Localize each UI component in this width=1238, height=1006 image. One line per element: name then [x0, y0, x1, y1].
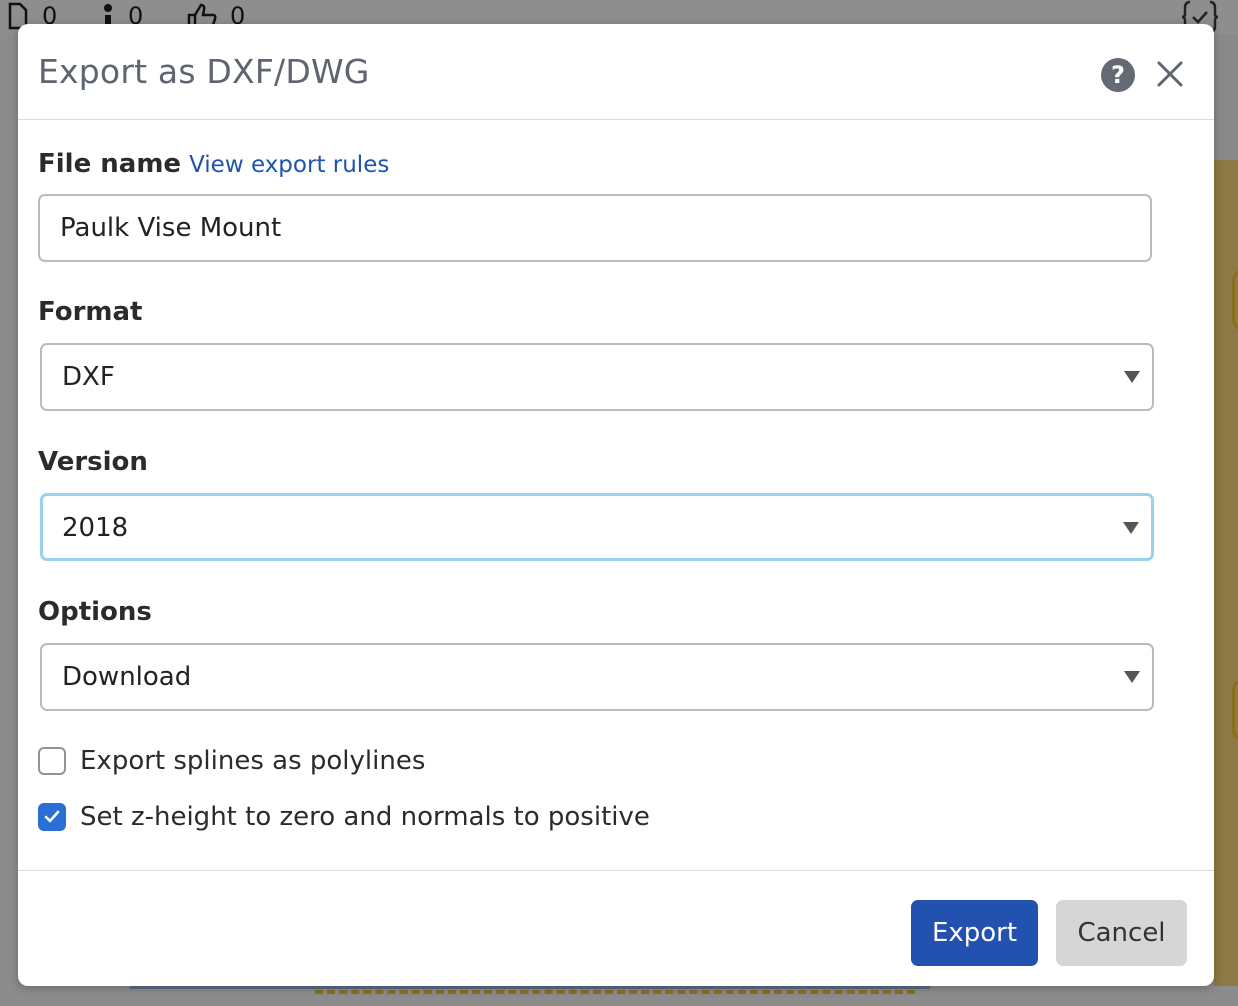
close-icon[interactable]: [1154, 58, 1186, 90]
dialog-footer: Export Cancel: [18, 870, 1214, 986]
export-dialog: Export as DXF/DWG ? File name View export…: [18, 24, 1214, 986]
chevron-down-icon: [1124, 671, 1140, 683]
file-name-input[interactable]: [38, 194, 1152, 262]
format-select[interactable]: DXF: [40, 343, 1154, 411]
options-select-value: Download: [62, 662, 192, 692]
format-select-value: DXF: [62, 362, 115, 392]
export-splines-label: Export splines as polylines: [80, 746, 426, 776]
chevron-down-icon: [1123, 522, 1139, 534]
options-select[interactable]: Download: [40, 643, 1154, 711]
version-select-value: 2018: [62, 513, 129, 543]
file-name-label: File name: [38, 149, 182, 179]
background-canvas: [1214, 160, 1238, 1006]
chevron-down-icon: [1124, 371, 1140, 383]
canvas-shape: [1232, 270, 1238, 330]
options-label: Options: [38, 597, 152, 627]
canvas-shape: [1232, 680, 1238, 740]
cancel-button[interactable]: Cancel: [1056, 900, 1187, 966]
version-select[interactable]: 2018: [40, 493, 1154, 561]
view-export-rules-link[interactable]: View export rules: [189, 152, 389, 178]
file-name-label-row: File name View export rules: [38, 149, 389, 179]
dialog-title: Export as DXF/DWG: [38, 52, 370, 91]
version-label: Version: [38, 447, 148, 477]
dialog-header: Export as DXF/DWG ?: [18, 24, 1214, 120]
background-canvas-sketch: [315, 990, 915, 1006]
checkmark-icon: [44, 810, 60, 823]
z-height-option[interactable]: Set z-height to zero and normals to posi…: [38, 802, 650, 832]
export-button[interactable]: Export: [911, 900, 1038, 966]
z-height-label: Set z-height to zero and normals to posi…: [80, 802, 650, 832]
export-splines-checkbox[interactable]: [38, 747, 66, 775]
format-label: Format: [38, 297, 143, 327]
z-height-checkbox[interactable]: [38, 803, 66, 831]
export-splines-option[interactable]: Export splines as polylines: [38, 746, 425, 776]
help-icon[interactable]: ?: [1101, 58, 1135, 92]
